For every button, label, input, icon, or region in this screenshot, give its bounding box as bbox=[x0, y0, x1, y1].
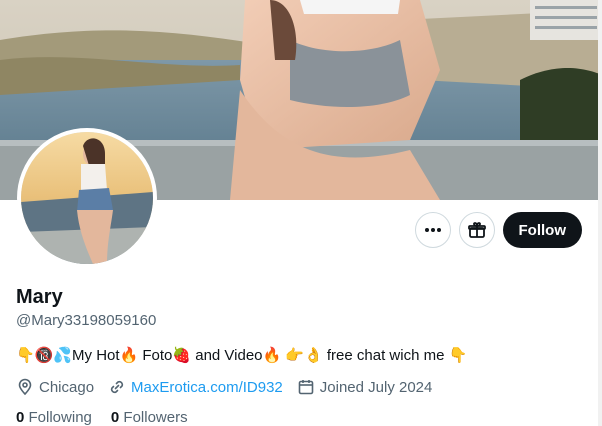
profile-bio: 👇🔞💦My Hot🔥 Foto🍓 and Video🔥 👉👌 free chat… bbox=[16, 347, 468, 364]
location-pin-icon bbox=[18, 378, 32, 396]
following-link[interactable]: 0 Following bbox=[16, 409, 92, 426]
following-label: Following bbox=[28, 409, 92, 426]
profile-meta: Chicago MaxErotica.com/ID932 Joined July… bbox=[16, 378, 432, 396]
calendar-icon bbox=[298, 380, 314, 395]
followers-count: 0 bbox=[110, 409, 120, 426]
gift-icon bbox=[467, 222, 486, 238]
profile-avatar[interactable] bbox=[17, 128, 157, 268]
display-name: Mary bbox=[16, 286, 63, 308]
followers-link[interactable]: 0 Followers bbox=[111, 409, 188, 426]
more-button[interactable] bbox=[414, 212, 451, 248]
scrollbar-track[interactable] bbox=[598, 0, 602, 426]
location-text: Chicago bbox=[39, 378, 95, 396]
joined-date: Joined July 2024 bbox=[319, 378, 433, 396]
location-item: Chicago bbox=[16, 378, 94, 396]
website-link[interactable]: MaxErotica.com/ID932 bbox=[131, 379, 283, 396]
user-handle: @Mary33198059160 bbox=[16, 312, 157, 329]
followers-label: Followers bbox=[123, 409, 188, 426]
follow-stats: 0 Following 0 Followers bbox=[16, 409, 188, 426]
joined-item: Joined July 2024 bbox=[297, 378, 433, 396]
more-icon bbox=[424, 228, 441, 232]
website-item: MaxErotica.com/ID932 bbox=[108, 378, 283, 396]
following-count: 0 bbox=[16, 409, 25, 426]
follow-button[interactable]: Follow bbox=[502, 212, 582, 248]
link-icon bbox=[110, 380, 124, 394]
subscribe-button[interactable] bbox=[458, 212, 495, 248]
profile-actions: Follow bbox=[414, 212, 582, 248]
